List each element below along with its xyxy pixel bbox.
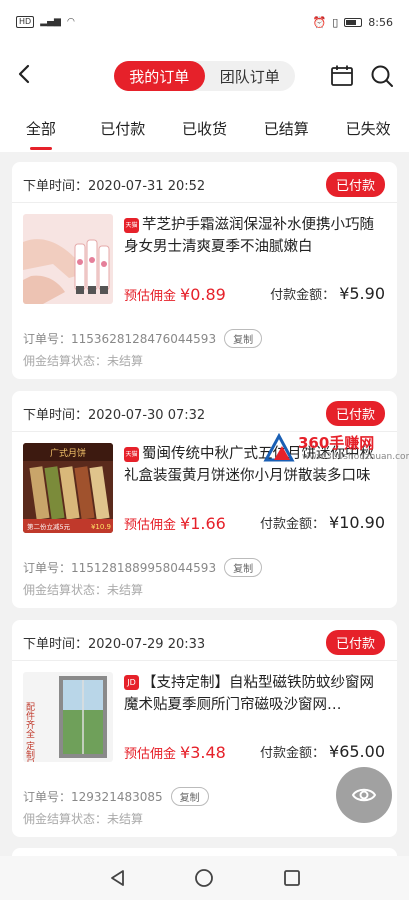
order-time: 下单时间：2020-07-29 20:33	[23, 637, 206, 652]
signal-icon: ▂▄▆	[40, 17, 61, 27]
product-title[interactable]: 天猫 芊芝护手霜滋润保湿补水便携小巧随身女男士清爽夏季不油腻嫩白	[124, 214, 386, 258]
eye-float-button[interactable]	[336, 767, 392, 823]
tmall-badge-icon: 天猫	[124, 218, 139, 233]
status-time: 8:56	[368, 15, 393, 29]
tab-my-orders[interactable]: 我的订单	[114, 61, 205, 91]
search-icon[interactable]	[370, 64, 394, 88]
copy-button[interactable]: 复制	[224, 558, 263, 577]
watermark-logo-icon	[263, 432, 295, 462]
estimated-commission: 预估佣金 ¥3.48	[124, 743, 226, 762]
copy-button[interactable]: 复制	[224, 329, 263, 348]
nav-recents-icon[interactable]	[282, 868, 302, 888]
product-image[interactable]: 配件齐全 定制尺寸	[23, 672, 113, 762]
order-type-switch: 我的订单 团队订单	[114, 61, 295, 91]
order-card[interactable]: 下单时间：2020-07-31 20:52 已付款 天猫 芊芝护手霜滋润保湿补水便…	[12, 162, 397, 379]
order-time: 下单时间：2020-07-31 20:52	[23, 179, 206, 194]
tab-all[interactable]: 全部	[0, 106, 82, 152]
nav-back-icon[interactable]	[108, 868, 128, 888]
status-tabs: 全部 已付款 已收货 已结算 已失效	[0, 106, 409, 152]
paid-amount: 付款金额： ¥10.90	[260, 513, 385, 532]
paid-amount: 付款金额： ¥65.00	[260, 742, 385, 761]
svg-text:配件齐全 定制尺寸: 配件齐全 定制尺寸	[24, 702, 35, 762]
status-bar: HD ▂▄▆ ◠ ⏰ ▯ 8:56	[0, 0, 409, 44]
order-number: 订单号：129321483085 复制	[23, 787, 209, 806]
watermark-url: www.360shouzhuan.com	[302, 452, 409, 462]
estimated-commission: 预估佣金 ¥1.66	[124, 514, 226, 533]
wifi-icon: ◠	[66, 17, 75, 27]
settle-status: 佣金结算状态：未结算	[23, 583, 144, 597]
tab-team-orders[interactable]: 团队订单	[205, 61, 296, 91]
svg-text:广式月饼: 广式月饼	[50, 447, 86, 459]
tab-invalid[interactable]: 已失效	[327, 106, 409, 152]
divider	[12, 660, 397, 661]
status-badge: 已付款	[325, 172, 385, 197]
header: 我的订单 团队订单	[0, 44, 409, 106]
watermark-brand: 360手赚网	[298, 434, 375, 452]
status-badge: 已付款	[325, 401, 385, 426]
tab-paid[interactable]: 已付款	[82, 106, 164, 152]
product-image[interactable]: 广式月饼 第二份立减5元 ¥10.9	[23, 443, 113, 533]
calendar-icon[interactable]	[330, 64, 354, 88]
order-card[interactable]: 下单时间：2020-07-30 07:32 已付款 广式月饼 第二份立减5元 ¥…	[12, 391, 397, 608]
product-image[interactable]	[23, 214, 113, 304]
tmall-badge-icon: 天猫	[124, 447, 139, 462]
back-arrow-icon[interactable]	[14, 62, 36, 86]
paid-amount: 付款金额： ¥5.90	[270, 284, 385, 303]
tab-received[interactable]: 已收货	[164, 106, 246, 152]
tab-settled[interactable]: 已结算	[245, 106, 327, 152]
product-title[interactable]: JD 【支持定制】自粘型磁铁防蚊纱窗网魔术贴夏季厕所门帘磁吸沙窗网…	[124, 672, 386, 716]
settle-status: 佣金结算状态：未结算	[23, 354, 144, 368]
system-nav-bar	[0, 856, 409, 900]
vibrate-icon: ▯	[332, 15, 339, 29]
svg-text:第二份立减5元: 第二份立减5元	[27, 522, 71, 531]
estimated-commission: 预估佣金 ¥0.89	[124, 285, 226, 304]
battery-icon	[344, 17, 363, 27]
order-number: 订单号：1151281889958044593 复制	[23, 558, 263, 577]
alarm-icon: ⏰	[312, 15, 327, 29]
order-number: 订单号：1153628128476044593 复制	[23, 329, 263, 348]
order-time: 下单时间：2020-07-30 07:32	[23, 408, 206, 423]
nav-home-icon[interactable]	[194, 868, 214, 888]
copy-button[interactable]: 复制	[170, 787, 209, 806]
svg-text:¥10.9: ¥10.9	[91, 523, 111, 531]
hd-indicator: HD	[16, 16, 35, 28]
status-badge: 已付款	[325, 630, 385, 655]
jd-badge-icon: JD	[124, 675, 139, 690]
watermark: 360手赚网 www.360shouzhuan.com	[262, 432, 409, 466]
divider	[12, 202, 397, 203]
eye-icon	[352, 788, 376, 802]
settle-status: 佣金结算状态：未结算	[23, 812, 144, 826]
